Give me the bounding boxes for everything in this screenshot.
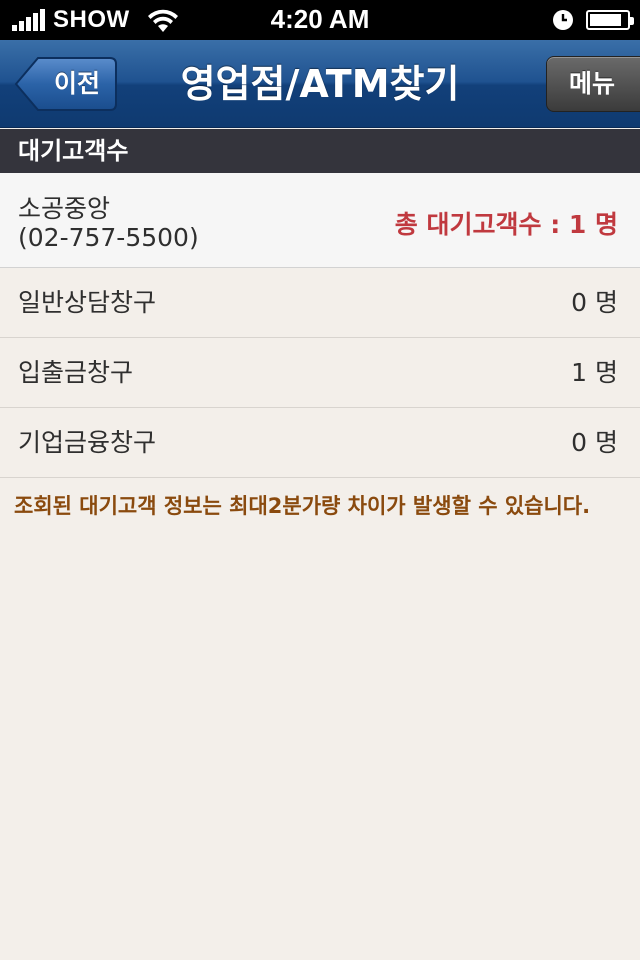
counter-row: 입출금창구 1 명	[0, 338, 640, 408]
menu-button[interactable]: 메뉴	[546, 56, 640, 112]
status-right	[552, 7, 634, 33]
clock-icon	[553, 10, 573, 30]
back-button-label: 이전	[53, 69, 100, 98]
status-time: 4:20 AM	[270, 4, 370, 34]
counter-name: 일반상담창구	[18, 288, 157, 317]
counter-count: 1 명	[571, 358, 618, 387]
section-header: 대기고객수	[0, 129, 640, 173]
counter-name: 입출금창구	[18, 358, 134, 387]
counter-list: 일반상담창구 0 명 입출금창구 1 명 기업금융창구 0 명	[0, 268, 640, 478]
counter-count: 0 명	[571, 288, 618, 317]
battery-icon	[586, 10, 634, 30]
branch-phone[interactable]: (02-757-5500)	[18, 223, 199, 252]
battery-fill	[590, 14, 621, 26]
back-button[interactable]: 이전	[14, 56, 118, 112]
status-bar: SHOW 4:20 AM	[0, 0, 640, 40]
counter-row: 기업금융창구 0 명	[0, 408, 640, 478]
counter-row: 일반상담창구 0 명	[0, 268, 640, 338]
total-waiting-count: 총 대기고객수 : 1 명	[394, 210, 618, 239]
nav-bar: 이전 영업점/ATM찾기 메뉴	[0, 40, 640, 128]
branch-info-row: 소공중앙 (02-757-5500) 총 대기고객수 : 1 명	[0, 173, 640, 268]
page-title: 영업점/ATM찾기	[180, 62, 460, 106]
counter-name: 기업금융창구	[18, 428, 157, 457]
branch-name: 소공중앙	[18, 194, 111, 223]
notice-text: 조회된 대기고객 정보는 최대2분가량 차이가 발생할 수 있습니다.	[14, 494, 591, 518]
counter-count: 0 명	[571, 428, 618, 457]
